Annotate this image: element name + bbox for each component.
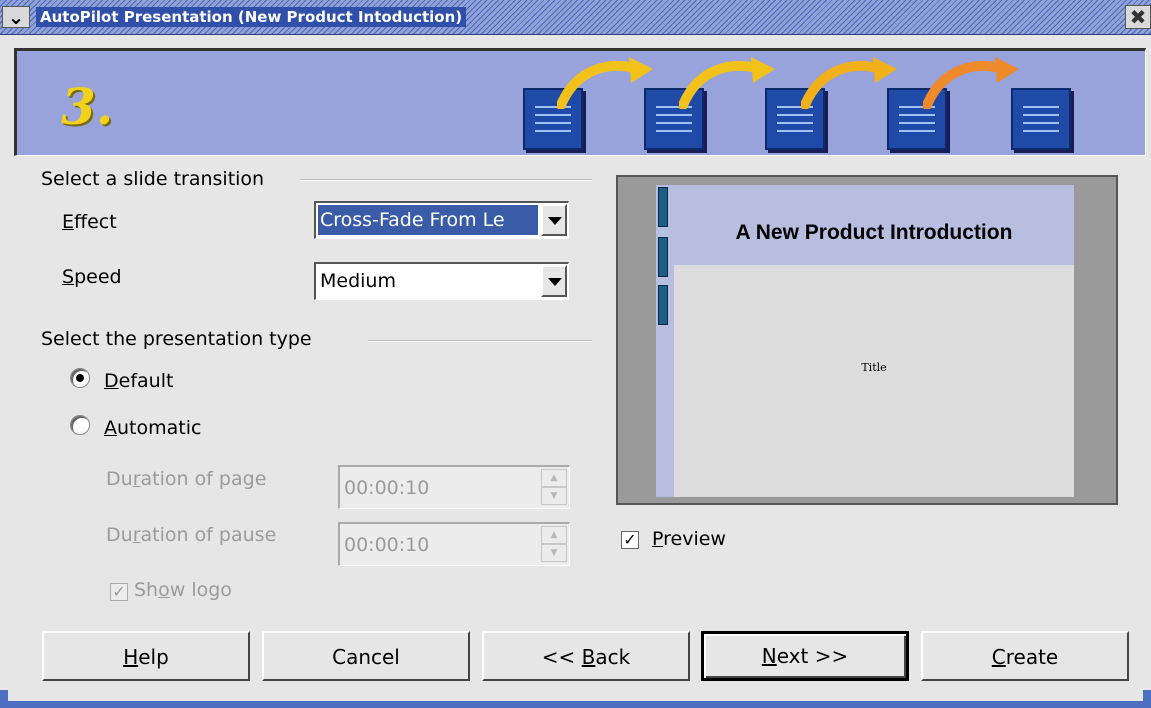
- show-logo-checkbox[interactable]: ✓: [110, 583, 128, 601]
- presentation-type-group-label: Select the presentation type: [41, 328, 320, 350]
- step-number: 3.: [61, 77, 114, 136]
- spin-down-icon[interactable]: ▼: [541, 487, 567, 505]
- duration-pause-label: Duration of pause: [106, 524, 277, 546]
- spin-down-icon[interactable]: ▼: [541, 544, 567, 562]
- duration-page-label: Duration of page: [106, 468, 267, 490]
- create-button[interactable]: Create: [921, 631, 1129, 681]
- preview-slide: A New Product Introduction Title: [656, 185, 1074, 497]
- chevron-down-icon[interactable]: [541, 265, 567, 297]
- chevron-down-icon: ⌄: [7, 5, 25, 29]
- duration-page-value: 00:00:10: [344, 477, 430, 499]
- effect-select[interactable]: Cross-Fade From Le: [314, 201, 569, 239]
- autopilot-window: ⌄ AutoPilot Presentation (New Product In…: [0, 0, 1151, 708]
- slide-preview: A New Product Introduction Title: [616, 175, 1118, 505]
- show-logo-label[interactable]: Show logo: [134, 579, 232, 601]
- close-button[interactable]: ✖: [1125, 5, 1151, 29]
- group-divider: [300, 179, 592, 181]
- preview-decoration-bar: [658, 187, 668, 227]
- help-button[interactable]: Help: [42, 631, 250, 681]
- default-radio[interactable]: [70, 368, 90, 388]
- curved-arrow-icon: [679, 57, 775, 109]
- automatic-radio-label[interactable]: Automatic: [104, 417, 201, 439]
- default-radio-label[interactable]: Default: [104, 370, 173, 392]
- duration-pause-spinner[interactable]: 00:00:10 ▲ ▼: [338, 522, 570, 566]
- speed-label: Speed: [62, 266, 122, 288]
- wizard-header-banner: 3.: [14, 48, 1146, 156]
- window-bottom-border: [0, 690, 1151, 708]
- preview-slide-subtitle: Title: [861, 361, 887, 374]
- next-button[interactable]: Next >>: [701, 631, 909, 681]
- effect-label: Effect: [62, 211, 117, 233]
- effect-value: Cross-Fade From Le: [318, 205, 538, 235]
- speed-value: Medium: [320, 270, 396, 292]
- preview-slide-title: A New Product Introduction: [735, 221, 1013, 244]
- transition-group-label: Select a slide transition: [41, 168, 273, 190]
- window-menu-button[interactable]: ⌄: [2, 6, 30, 28]
- title-bar[interactable]: ⌄ AutoPilot Presentation (New Product In…: [0, 0, 1151, 35]
- curved-arrow-icon: [557, 57, 653, 109]
- preview-decoration-bar: [658, 237, 668, 277]
- chevron-down-icon[interactable]: [541, 204, 567, 236]
- group-divider: [368, 340, 592, 342]
- automatic-radio[interactable]: [70, 415, 90, 435]
- cancel-button[interactable]: Cancel: [262, 631, 470, 681]
- preview-decoration-bar: [658, 285, 668, 325]
- curved-arrow-icon: [801, 57, 897, 109]
- window-title: AutoPilot Presentation (New Product Into…: [36, 7, 467, 27]
- preview-checkbox-label[interactable]: Preview: [652, 528, 726, 550]
- speed-select[interactable]: Medium: [314, 262, 569, 300]
- back-button[interactable]: << Back: [482, 631, 690, 681]
- close-icon: ✖: [1129, 5, 1147, 29]
- spin-up-icon[interactable]: ▲: [541, 526, 567, 544]
- preview-checkbox[interactable]: ✓: [621, 531, 639, 549]
- slide-icon: [1011, 88, 1071, 150]
- duration-page-spinner[interactable]: 00:00:10 ▲ ▼: [338, 465, 570, 509]
- radio-selected-dot: [76, 374, 84, 382]
- duration-pause-value: 00:00:10: [344, 534, 430, 556]
- curved-arrow-icon: [923, 57, 1019, 109]
- spin-up-icon[interactable]: ▲: [541, 469, 567, 487]
